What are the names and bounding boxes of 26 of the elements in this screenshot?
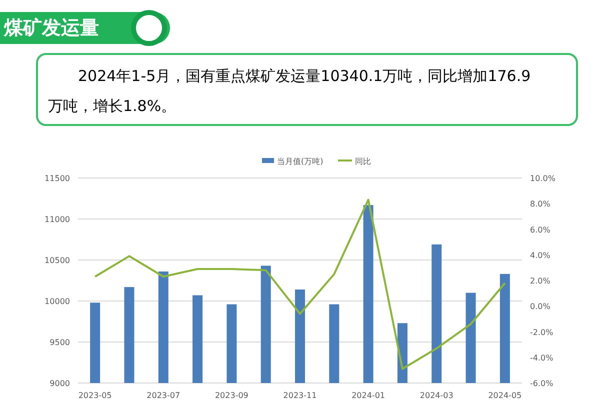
legend-label: 同比	[355, 157, 371, 166]
y-axis-label: -2.0%	[530, 328, 554, 337]
y-axis-label: 9500	[50, 338, 70, 347]
x-axis-label: 2024-03	[420, 391, 454, 400]
y-axis-label: 8.0%	[530, 200, 550, 209]
y-axis-label: 6.0%	[530, 225, 550, 234]
y-axis-label: 10000	[44, 297, 70, 306]
x-axis-label: 2024-01	[352, 391, 386, 400]
x-axis-label: 2024-05	[488, 391, 522, 400]
x-axis-label: 2023-05	[78, 391, 112, 400]
y-axis-label: 2.0%	[530, 276, 550, 286]
y-axis-label: 11500	[44, 174, 70, 183]
y-axis-label: -4.0%	[530, 353, 554, 362]
summary-text: 2024年1-5月，国有重点煤矿发运量10340.1万吨，同比增加176.9万吨，增长1.8%。	[48, 66, 532, 117]
y-axis-label: -6.0%	[530, 379, 554, 388]
y-axis-label: 4.0%	[530, 250, 550, 260]
x-axis-label: 2023-11	[283, 391, 317, 400]
legend-label: 当月值(万吨)	[277, 157, 324, 166]
y-axis-label: 10.0%	[530, 174, 556, 183]
x-axis-label: 2023-09	[214, 391, 248, 400]
y-axis-label: 11000	[44, 215, 70, 224]
x-axis-label: 2023-07	[146, 391, 180, 400]
y-axis-label: 0.0%	[530, 302, 550, 312]
y-axis-label: 10500	[44, 256, 70, 265]
y-axis-label: 9000	[50, 379, 70, 388]
section-title: 煤矿发运量	[4, 16, 99, 41]
